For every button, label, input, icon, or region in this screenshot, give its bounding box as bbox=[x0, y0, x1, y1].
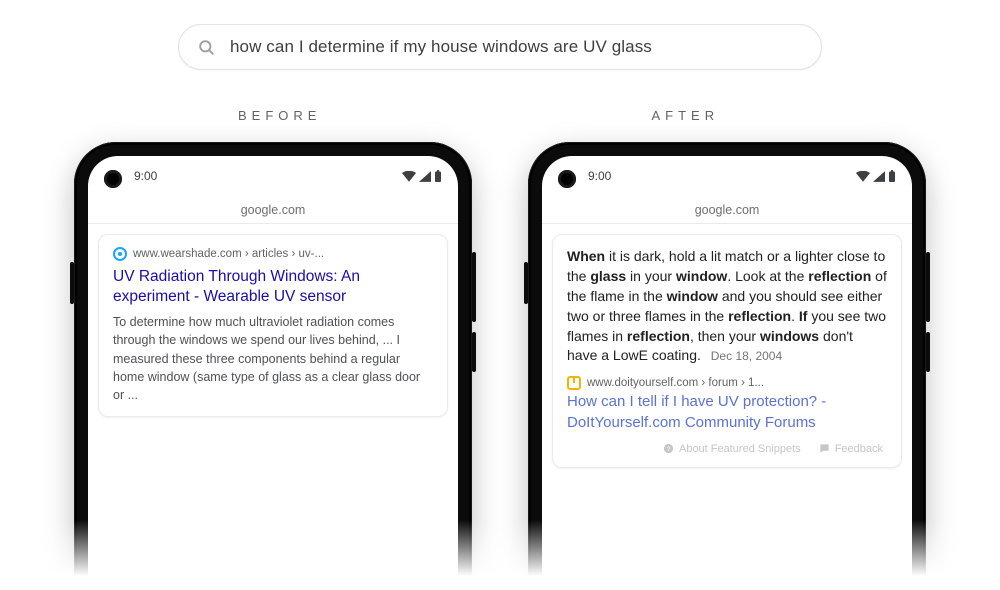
wifi-icon bbox=[856, 171, 870, 182]
breadcrumb-text: www.wearshade.com › articles › uv-... bbox=[133, 248, 324, 260]
search-bar[interactable]: how can I determine if my house windows … bbox=[178, 24, 822, 70]
search-result-card[interactable]: www.wearshade.com › articles › uv-... UV… bbox=[98, 234, 448, 417]
favicon-icon bbox=[113, 247, 127, 261]
battery-icon bbox=[888, 170, 896, 182]
feedback-icon bbox=[819, 443, 830, 454]
status-bar: 9:00 bbox=[88, 156, 458, 196]
svg-text:?: ? bbox=[667, 446, 671, 453]
result-breadcrumb: www.wearshade.com › articles › uv-... bbox=[113, 247, 433, 261]
featured-snippet-card[interactable]: When it is dark, hold a lit match or a l… bbox=[552, 234, 902, 468]
feedback-link[interactable]: Feedback bbox=[819, 443, 883, 455]
result-breadcrumb: www.doityourself.com › forum › 1... bbox=[567, 376, 887, 390]
featured-snippet-text: When it is dark, hold a lit match or a l… bbox=[567, 247, 887, 366]
result-snippet: To determine how much ultraviolet radiat… bbox=[113, 313, 433, 404]
result-title-link[interactable]: UV Radiation Through Windows: An experim… bbox=[113, 267, 433, 307]
status-time: 9:00 bbox=[588, 169, 611, 183]
battery-icon bbox=[434, 170, 442, 182]
comparison-figure: how can I determine if my house windows … bbox=[0, 0, 1000, 590]
phone-before: 9:00 bbox=[74, 142, 472, 590]
search-query-text: how can I determine if my house windows … bbox=[230, 37, 652, 57]
phone-after: 9:00 bbox=[528, 142, 926, 590]
section-labels: BEFORE AFTER bbox=[0, 108, 1000, 123]
status-time: 9:00 bbox=[134, 169, 157, 183]
feedback-label: Feedback bbox=[835, 443, 883, 455]
about-label: About Featured Snippets bbox=[679, 443, 801, 455]
address-bar[interactable]: google.com bbox=[88, 196, 458, 224]
breadcrumb-text: www.doityourself.com › forum › 1... bbox=[587, 377, 764, 389]
wifi-icon bbox=[402, 171, 416, 182]
label-before: BEFORE bbox=[238, 108, 321, 123]
snippet-date: Dec 18, 2004 bbox=[711, 349, 782, 363]
result-title-link[interactable]: How can I tell if I have UV protection? … bbox=[567, 392, 887, 433]
favicon-icon bbox=[567, 376, 581, 390]
cell-signal-icon bbox=[419, 171, 431, 182]
help-icon: ? bbox=[663, 443, 674, 454]
camera-hole bbox=[558, 170, 576, 188]
address-bar[interactable]: google.com bbox=[542, 196, 912, 224]
cell-signal-icon bbox=[873, 171, 885, 182]
camera-hole bbox=[104, 170, 122, 188]
url-text: google.com bbox=[241, 203, 306, 217]
about-featured-snippets-link[interactable]: ? About Featured Snippets bbox=[663, 443, 801, 455]
url-text: google.com bbox=[695, 203, 760, 217]
search-icon bbox=[197, 38, 216, 57]
status-bar: 9:00 bbox=[542, 156, 912, 196]
label-after: AFTER bbox=[651, 108, 719, 123]
snippet-footer: ? About Featured Snippets Feedback bbox=[567, 433, 887, 455]
